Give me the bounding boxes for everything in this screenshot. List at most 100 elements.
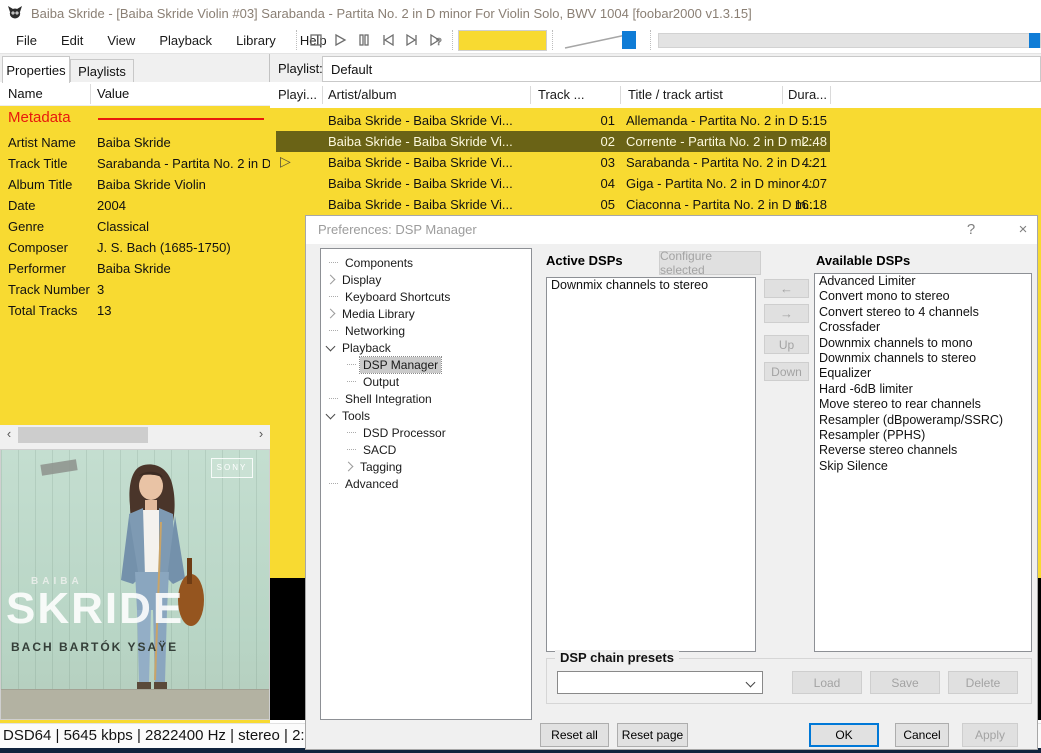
- tree-item-keyboard-shortcuts[interactable]: Keyboard Shortcuts: [321, 288, 531, 305]
- available-dsp-item[interactable]: Equalizer: [815, 366, 1031, 381]
- available-dsp-item[interactable]: Downmix channels to mono: [815, 336, 1031, 351]
- available-dsp-item[interactable]: Downmix channels to stereo: [815, 351, 1031, 366]
- tree-item-media-library[interactable]: Media Library: [321, 305, 531, 322]
- available-dsp-item[interactable]: Resampler (PPHS): [815, 428, 1031, 443]
- property-row[interactable]: Track Title Sarabanda - Partita No. 2 in…: [0, 153, 270, 174]
- chevron-down-icon[interactable]: [326, 409, 336, 419]
- property-row[interactable]: Track Number 3: [0, 279, 270, 300]
- stop-button[interactable]: [306, 30, 326, 50]
- playlist-row[interactable]: Baiba Skride - Baiba Skride Vi... 04 Gig…: [270, 173, 1041, 194]
- active-dsp-item[interactable]: Downmix channels to stereo: [547, 278, 755, 293]
- active-dsps-list[interactable]: Downmix channels to stereo: [546, 277, 756, 652]
- volume-slider[interactable]: [560, 28, 646, 52]
- available-dsp-item[interactable]: Convert mono to stereo: [815, 289, 1031, 304]
- chevron-right-icon[interactable]: [326, 309, 336, 319]
- tree-item-shell-integration[interactable]: Shell Integration: [321, 390, 531, 407]
- property-row[interactable]: Date 2004: [0, 195, 270, 216]
- column-artist-album[interactable]: Artist/album: [328, 87, 397, 102]
- move-to-available-button[interactable]: →: [764, 304, 809, 323]
- available-dsp-item[interactable]: Convert stereo to 4 channels: [815, 305, 1031, 320]
- tab-playlists[interactable]: Playlists: [70, 59, 134, 83]
- available-dsp-item[interactable]: Reverse stereo channels: [815, 443, 1031, 458]
- column-playing[interactable]: Playi...: [278, 87, 317, 102]
- menu-edit[interactable]: Edit: [49, 28, 95, 53]
- playlist-row-selected[interactable]: Baiba Skride - Baiba Skride Vi... 02 Cor…: [270, 131, 1041, 152]
- playlist-row[interactable]: Baiba Skride - Baiba Skride Vi... 05 Cia…: [270, 194, 1041, 215]
- playlist-row-playing[interactable]: ▷ Baiba Skride - Baiba Skride Vi... 03 S…: [270, 152, 1041, 173]
- tree-item-advanced[interactable]: Advanced: [321, 475, 531, 492]
- play-button[interactable]: [330, 30, 350, 50]
- apply-button[interactable]: Apply: [962, 723, 1018, 747]
- tree-item-display[interactable]: Display: [321, 271, 531, 288]
- column-divider[interactable]: [90, 84, 91, 104]
- property-row[interactable]: Album Title Baiba Skride Violin: [0, 174, 270, 195]
- property-row[interactable]: Artist Name Baiba Skride: [0, 132, 270, 153]
- preset-combobox[interactable]: [557, 671, 763, 694]
- ok-button[interactable]: OK: [809, 723, 879, 747]
- dialog-titlebar[interactable]: Preferences: DSP Manager ? ×: [306, 216, 1037, 244]
- scroll-right-icon[interactable]: ›: [254, 426, 268, 441]
- available-dsp-item[interactable]: Hard -6dB limiter: [815, 382, 1031, 397]
- random-button[interactable]: ?: [426, 30, 446, 50]
- available-dsps-list[interactable]: Advanced Limiter Convert mono to stereo …: [814, 273, 1032, 652]
- menu-library[interactable]: Library: [224, 28, 288, 53]
- property-row[interactable]: Total Tracks 13: [0, 300, 270, 321]
- tree-item-sacd[interactable]: SACD: [321, 441, 531, 458]
- menu-playback[interactable]: Playback: [147, 28, 224, 53]
- menu-file[interactable]: File: [4, 28, 49, 53]
- cancel-button[interactable]: Cancel: [895, 723, 949, 747]
- reset-page-button[interactable]: Reset page: [617, 723, 688, 747]
- tree-item-dsp-manager[interactable]: DSP Manager: [321, 356, 531, 373]
- tree-item-tools[interactable]: Tools: [321, 407, 531, 424]
- tree-item-networking[interactable]: Networking: [321, 322, 531, 339]
- tree-item-dsd-processor[interactable]: DSD Processor: [321, 424, 531, 441]
- playlist-row[interactable]: Baiba Skride - Baiba Skride Vi... 01 All…: [270, 110, 1041, 131]
- menu-view[interactable]: View: [95, 28, 147, 53]
- column-name[interactable]: Name: [8, 86, 43, 101]
- available-dsp-item[interactable]: Skip Silence: [815, 459, 1031, 474]
- column-title[interactable]: Title / track artist: [628, 87, 723, 102]
- delete-button[interactable]: Delete: [948, 671, 1018, 694]
- available-dsp-item[interactable]: Crossfader: [815, 320, 1031, 335]
- move-up-button[interactable]: Up: [764, 335, 809, 354]
- tree-item-output[interactable]: Output: [321, 373, 531, 390]
- column-divider[interactable]: [620, 86, 621, 104]
- playlist-tab-default[interactable]: Default: [322, 56, 1041, 82]
- load-button[interactable]: Load: [792, 671, 862, 694]
- property-row[interactable]: Composer J. S. Bach (1685-1750): [0, 237, 270, 258]
- save-button[interactable]: Save: [870, 671, 940, 694]
- tree-item-components[interactable]: Components: [321, 254, 531, 271]
- scroll-left-icon[interactable]: ‹: [2, 426, 16, 441]
- column-divider[interactable]: [530, 86, 531, 104]
- column-value[interactable]: Value: [97, 86, 129, 101]
- help-icon[interactable]: ?: [961, 221, 981, 238]
- dropdown-arrow-icon[interactable]: [746, 678, 756, 688]
- tree-item-tagging[interactable]: Tagging: [321, 458, 531, 475]
- property-row[interactable]: Genre Classical: [0, 216, 270, 237]
- column-divider[interactable]: [782, 86, 783, 104]
- move-down-button[interactable]: Down: [764, 362, 809, 381]
- tree-item-playback[interactable]: Playback: [321, 339, 531, 356]
- seek-bar[interactable]: [658, 33, 1041, 48]
- chevron-right-icon[interactable]: [326, 275, 336, 285]
- scrollbar-thumb[interactable]: [18, 427, 148, 443]
- column-duration[interactable]: Dura...: [788, 87, 827, 102]
- tab-properties[interactable]: Properties: [2, 56, 70, 83]
- available-dsp-item[interactable]: Move stereo to rear channels: [815, 397, 1031, 412]
- close-icon[interactable]: ×: [1013, 221, 1033, 238]
- column-divider[interactable]: [830, 86, 831, 104]
- available-dsp-item[interactable]: Advanced Limiter: [815, 274, 1031, 289]
- seek-handle[interactable]: [1029, 33, 1040, 48]
- horizontal-scrollbar[interactable]: ‹ ›: [0, 425, 270, 445]
- configure-selected-button[interactable]: Configure selected: [659, 251, 761, 275]
- pause-button[interactable]: [354, 30, 374, 50]
- move-to-active-button[interactable]: ←: [764, 279, 809, 298]
- property-row[interactable]: Performer Baiba Skride: [0, 258, 270, 279]
- reset-all-button[interactable]: Reset all: [540, 723, 609, 747]
- available-dsp-item[interactable]: Resampler (dBpoweramp/SSRC): [815, 413, 1031, 428]
- column-track[interactable]: Track ...: [538, 87, 584, 102]
- column-divider[interactable]: [322, 86, 323, 104]
- next-button[interactable]: [402, 30, 422, 50]
- chevron-down-icon[interactable]: [326, 341, 336, 351]
- previous-button[interactable]: [378, 30, 398, 50]
